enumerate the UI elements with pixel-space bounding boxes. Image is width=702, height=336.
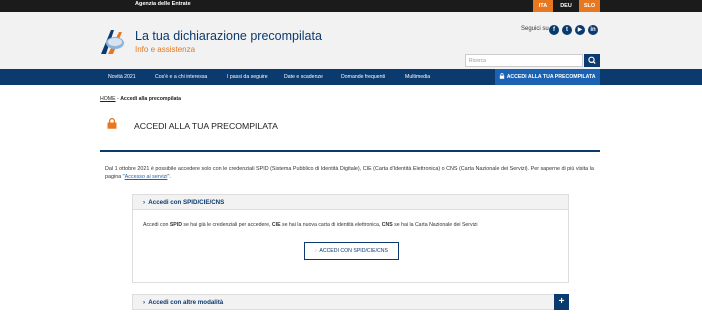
intro-text: Dal 1 ottobre 2021 è possibile accedere … xyxy=(105,166,594,180)
linkedin-icon[interactable]: in xyxy=(588,25,598,35)
accordion-spid: › Accedi con SPID/CIE/CNS Accedi con SPI… xyxy=(132,194,569,283)
desc-text: se hai la nuova carta di identità elettr… xyxy=(280,222,382,228)
padlock-icon xyxy=(107,118,117,129)
desc-cie: CIE xyxy=(271,222,281,228)
lang-slo[interactable]: SLO xyxy=(579,0,600,12)
site-title[interactable]: La tua dichiarazione precompilata xyxy=(135,29,322,43)
nav-item-faq[interactable]: Domande frequenti xyxy=(341,69,385,85)
header: La tua dichiarazione precompilata Info e… xyxy=(0,12,702,69)
nav-item-passi[interactable]: I passi da seguire xyxy=(227,69,268,85)
breadcrumb: HOME - Accedi alla precompilata xyxy=(100,96,181,102)
search-icon xyxy=(588,56,596,64)
logo-icon[interactable] xyxy=(99,28,127,55)
nav-item-novita[interactable]: Novità 2021 xyxy=(108,69,136,85)
accordion-altre[interactable]: › Accedi con altre modalità + xyxy=(132,294,569,310)
breadcrumb-current: Accedi alla precompilata xyxy=(120,96,182,102)
twitter-icon[interactable]: t xyxy=(562,25,572,35)
nav-cta-label: ACCEDI ALLA TUA PRECOMPILATA xyxy=(506,74,596,80)
lang-ita[interactable]: ITA xyxy=(533,0,553,12)
facebook-icon[interactable]: f xyxy=(549,25,559,35)
accesso-servizi-link[interactable]: Accesso ai servizi xyxy=(125,174,168,180)
nav-cta-accedi[interactable]: ACCEDI ALLA TUA PRECOMPILATA xyxy=(495,69,600,85)
nav-item-cose[interactable]: Cos'è e a chi interessa xyxy=(155,69,207,85)
desc-text: se hai già le credenziali per accedere, xyxy=(181,222,272,228)
breadcrumb-home[interactable]: HOME xyxy=(100,96,116,102)
page-title: ACCEDI ALLA TUA PRECOMPILATA xyxy=(134,121,278,131)
intro-paragraph: Dal 1 ottobre 2021 è possibile accedere … xyxy=(105,165,597,181)
chevron-right-icon: › xyxy=(143,199,146,206)
main-nav: Novità 2021 Cos'è e a chi interessa I pa… xyxy=(0,69,702,85)
agency-link[interactable]: Agenzia delle Entrate xyxy=(135,1,191,7)
search-button[interactable] xyxy=(584,54,600,67)
desc-cns: CNS xyxy=(381,222,393,228)
desc-text: Accedi con xyxy=(143,222,170,228)
site-subtitle: Info e assistenza xyxy=(135,45,196,54)
accordion-altre-header[interactable]: › Accedi con altre modalità xyxy=(133,295,568,310)
desc-spid: SPID xyxy=(169,222,182,228)
accordion-spid-header[interactable]: › Accedi con SPID/CIE/CNS xyxy=(133,195,568,210)
youtube-icon[interactable]: ▶ xyxy=(575,25,585,35)
expand-plus-icon[interactable]: + xyxy=(554,294,569,310)
accedi-spid-label: ACCEDI CON SPID/CIE/CNS xyxy=(319,248,388,254)
lang-deu[interactable]: DEU xyxy=(556,0,576,12)
search-input[interactable]: Ricerca xyxy=(465,54,583,67)
heading-divider xyxy=(100,150,600,152)
nav-item-date[interactable]: Date e scadenze xyxy=(284,69,323,85)
chevron-right-icon: › xyxy=(143,299,146,306)
accordion-spid-title: Accedi con SPID/CIE/CNS xyxy=(148,199,225,206)
lock-icon xyxy=(500,72,505,79)
intro-end: ". xyxy=(167,174,171,180)
accordion-altre-title: Accedi con altre modalità xyxy=(148,299,224,306)
chevron-right-icon: › xyxy=(315,248,317,254)
desc-text: se hai la Carta Nazionale dei Servizi xyxy=(392,222,478,228)
accordion-spid-description: Accedi con SPID se hai già le credenzial… xyxy=(143,222,478,228)
accedi-spid-button[interactable]: › ACCEDI CON SPID/CIE/CNS xyxy=(304,242,399,260)
nav-item-multimedia[interactable]: Multimedia xyxy=(405,69,430,85)
social-label: Seguici su xyxy=(521,26,549,32)
